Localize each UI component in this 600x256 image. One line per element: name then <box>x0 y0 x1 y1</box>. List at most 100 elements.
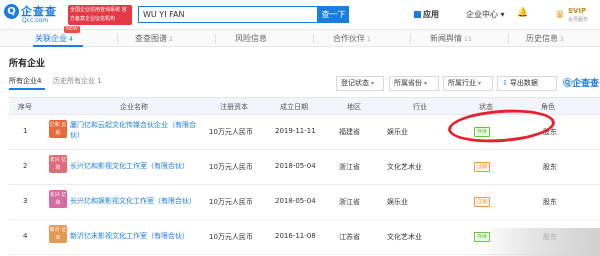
date-cell: 2018-05-04 <box>275 197 316 205</box>
tab-count: 3 <box>560 36 564 43</box>
company-logo: 新沂 亿末 <box>49 225 67 243</box>
province-filter[interactable]: 所属省份 ▾ <box>389 76 439 91</box>
apps-menu[interactable]: 应用 <box>414 9 439 20</box>
apps-label: 应用 <box>423 10 439 19</box>
subtab-indicator <box>9 88 45 90</box>
subtab-count: 4 <box>37 77 42 85</box>
tab-graph[interactable]: 查查图谱 2 <box>135 33 173 44</box>
capital-cell: 10万元人民币 <box>209 163 253 171</box>
chevron-down-icon: ▾ <box>371 80 375 87</box>
search-button[interactable]: 查一下 <box>318 6 349 23</box>
bell-icon[interactable]: 🔔 <box>517 8 528 18</box>
tab-count: 15 <box>464 36 472 43</box>
logo-mark-icon: Q <box>4 4 19 19</box>
role-cell: 股东 <box>543 163 557 171</box>
export-button[interactable]: ⇩ 导出数据 <box>497 76 557 91</box>
row-index: 2 <box>23 162 28 170</box>
vip-sub-label: 会员服务 <box>568 17 589 23</box>
active-tab-indicator <box>33 45 83 47</box>
subtab-count: 1 <box>97 77 102 85</box>
role-cell: 股东 <box>543 198 557 206</box>
chevron-down-icon: ▾ <box>478 80 482 87</box>
search-input[interactable] <box>139 7 317 22</box>
qcc-logo[interactable]: Q 企查查 Qcc.com <box>4 3 66 27</box>
tab-related-companies[interactable]: 关联企业 4 <box>35 33 73 44</box>
apps-grid-icon <box>414 11 421 18</box>
company-name-link[interactable]: 厦门亿和云起文化传媒合伙企业（有限合伙） <box>70 120 200 140</box>
tab-history[interactable]: 历史信息 3 <box>526 33 564 44</box>
tab-divider <box>117 34 118 43</box>
col-role: 角色 <box>541 103 555 111</box>
industry-cell: 文化艺术业 <box>387 233 422 241</box>
tab-count: 4 <box>69 36 73 43</box>
qcc-mark-icon: Ⓠ <box>563 79 573 89</box>
table-row[interactable]: 2 长兴 亿和 长兴亿和影视文化工作室（有限合伙） 10万元人民币 2018-0… <box>9 150 600 185</box>
logo-domain: Qcc.com <box>22 17 49 24</box>
tab-label: 关联企业 <box>35 34 67 43</box>
chevron-down-icon: ▾ <box>500 10 505 19</box>
tab-label: 合作伙伴 <box>333 34 365 43</box>
tab-divider <box>410 34 411 43</box>
date-cell: 2018-05-04 <box>275 162 316 170</box>
region-cell: 浙江省 <box>339 163 360 171</box>
tab-count: 1 <box>367 36 371 43</box>
capital-cell: 10万元人民币 <box>209 198 253 206</box>
date-cell: 2019-11-11 <box>275 127 316 135</box>
company-name-link[interactable]: 长兴亿和影视文化工作室（有限合伙） <box>70 161 200 171</box>
tab-label: 历史信息 <box>526 34 558 43</box>
col-date: 成立日期 <box>280 103 308 111</box>
region-cell: 福建省 <box>339 128 360 136</box>
blurred-corner <box>480 228 600 256</box>
industry-cell: 娱乐业 <box>387 128 408 136</box>
subtab-all-companies[interactable]: 所有企业4 <box>9 76 41 86</box>
status-badge: 注销 <box>474 197 491 207</box>
tab-count: 2 <box>169 36 173 43</box>
tab-divider <box>508 34 509 43</box>
enterprise-center-menu[interactable]: 企业中心 ▾ <box>466 9 505 20</box>
col-industry: 行业 <box>413 103 427 111</box>
date-cell: 2016-11-08 <box>275 232 316 240</box>
company-name-link[interactable]: 长兴亿和娱影视文化工作室（有限合伙） <box>70 196 200 206</box>
tab-label: 新闻舆情 <box>430 34 462 43</box>
tab-divider <box>313 34 314 43</box>
subtab-history-companies[interactable]: 历史所有企业 1 <box>53 76 102 86</box>
tab-news[interactable]: 新闻舆情 15 <box>430 33 472 44</box>
status-filter[interactable]: 登记状态 ▾ <box>336 76 384 91</box>
tab-risk[interactable]: 风险信息 <box>235 33 269 44</box>
status-badge: 注销 <box>474 162 491 172</box>
col-company-name: 企业名称 <box>120 103 148 111</box>
main-tabs: 关联企业 4 查查图谱 2 风险信息 合作伙伴 1 新闻舆情 15 历史信息 3 <box>0 30 600 47</box>
row-index: 1 <box>23 127 28 135</box>
industry-cell: 文化艺术业 <box>387 163 422 171</box>
filter-label: 所属行业 <box>448 79 476 87</box>
industry-cell: 娱乐业 <box>387 198 408 206</box>
company-name-link[interactable]: 新沂亿末影视文化工作室（有限合伙） <box>70 231 200 241</box>
brand-label: 企查查 <box>572 79 600 89</box>
table-row[interactable]: 3 长兴 亿和 长兴亿和娱影视文化工作室（有限合伙） 10万元人民币 2018-… <box>9 185 600 220</box>
enterprise-center-label: 企业中心 <box>466 10 498 19</box>
new-badge: NEW <box>64 26 80 33</box>
svip-button[interactable]: ♛ SVIP 会员服务 <box>555 6 597 24</box>
vip-label: SVIP <box>568 7 587 15</box>
company-logo: 长兴 亿和 <box>49 155 67 173</box>
filter-label: 登记状态 <box>341 79 369 87</box>
tab-label: 查查图谱 <box>135 34 167 43</box>
industry-filter[interactable]: 所属行业 ▾ <box>443 76 493 91</box>
tab-label: 风险信息 <box>235 34 267 43</box>
export-label: 导出数据 <box>509 79 538 87</box>
region-cell: 浙江省 <box>339 198 360 206</box>
subtab-label: 历史所有企业 <box>53 77 95 85</box>
search-box[interactable] <box>138 6 318 23</box>
filter-label: 所属省份 <box>394 79 422 87</box>
capital-cell: 10万元人民币 <box>209 128 253 136</box>
col-capital: 注册资本 <box>220 103 248 111</box>
export-icon: ⇩ <box>502 79 508 87</box>
tab-partners[interactable]: 合作伙伴 1 <box>333 33 371 44</box>
tab-divider <box>215 34 216 43</box>
slogan-banner: 全国企业信用查询系统 官方备案企业征信机构 <box>68 5 132 25</box>
company-logo: 亿和 云起 <box>49 120 67 138</box>
subtab-label: 所有企业 <box>9 77 37 85</box>
capital-cell: 10万元人民币 <box>209 233 253 241</box>
col-index: 序号 <box>18 103 32 111</box>
row-index: 3 <box>23 197 28 205</box>
